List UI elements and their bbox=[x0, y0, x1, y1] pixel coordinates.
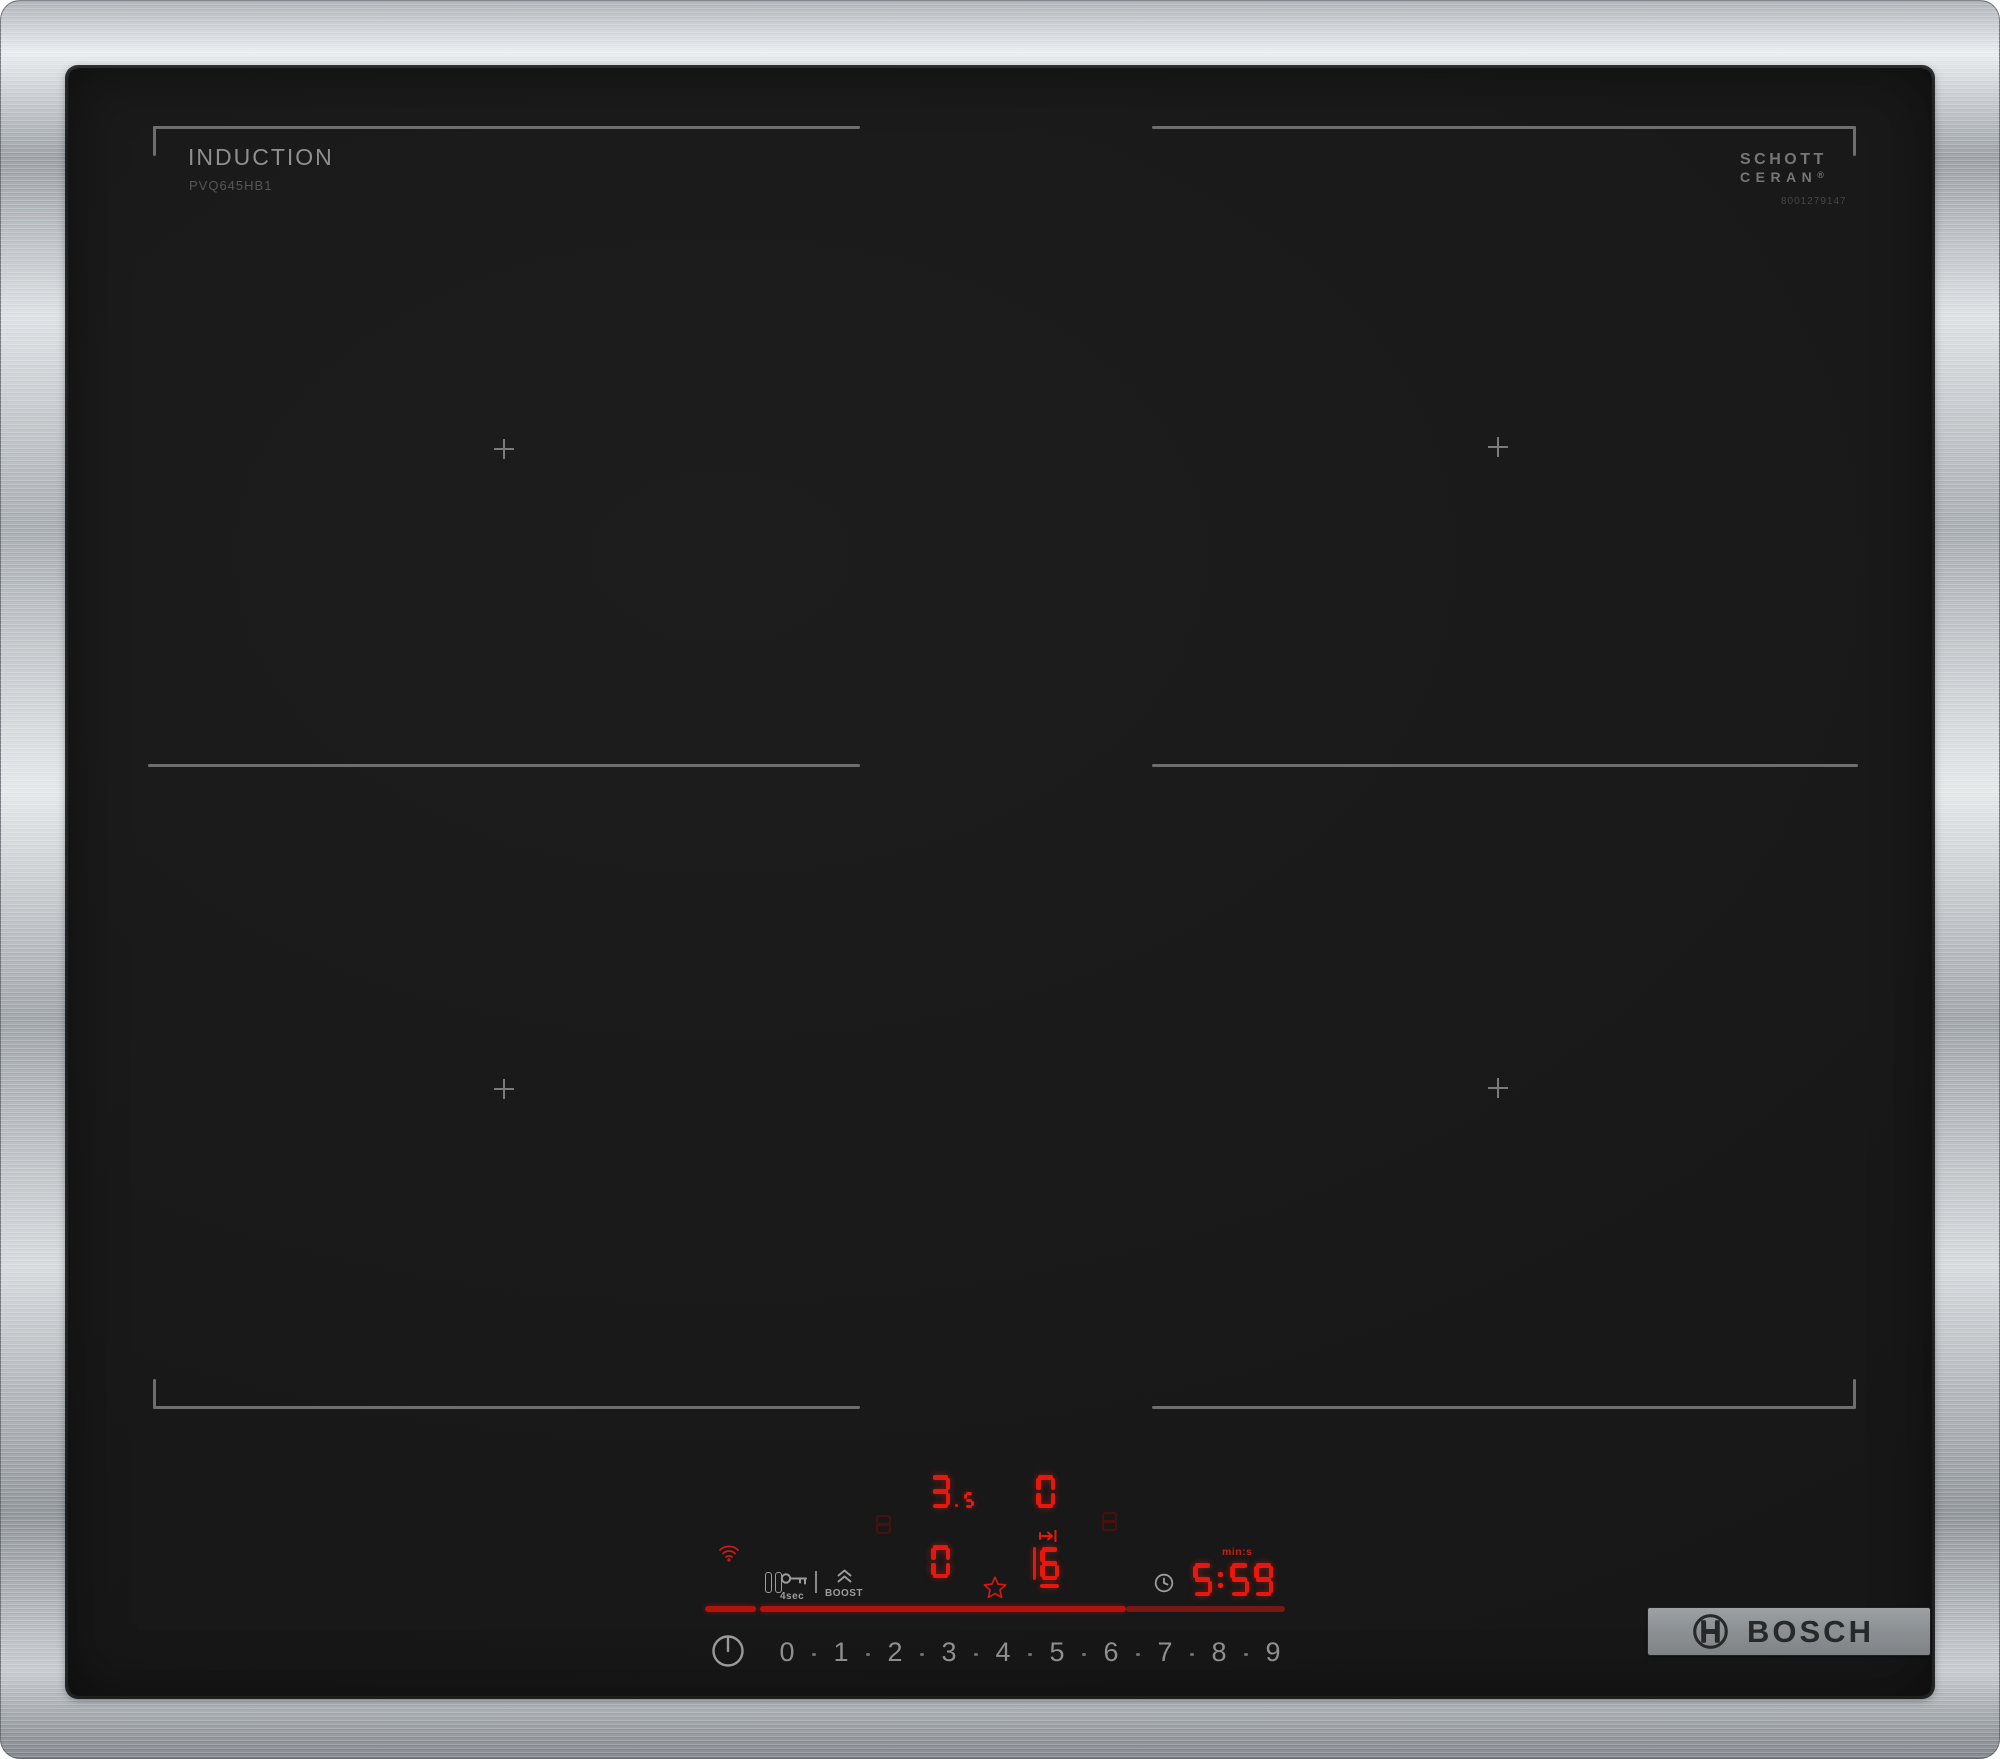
zone-corner-top-left bbox=[153, 126, 156, 156]
pause-icon bbox=[765, 1572, 772, 1593]
control-divider bbox=[815, 1571, 817, 1593]
power-level-6[interactable]: 6 bbox=[1096, 1637, 1126, 1668]
dot-separator bbox=[856, 1643, 880, 1661]
power-slider-active[interactable] bbox=[760, 1606, 1126, 1612]
induction-hob: INDUCTION PVQ645HB1 SCHOTT CERAN® 800127… bbox=[0, 0, 2000, 1759]
dot-separator bbox=[1180, 1643, 1204, 1661]
display-rear-left bbox=[931, 1474, 974, 1508]
boost-label: BOOST bbox=[824, 1588, 864, 1599]
favorite-button[interactable] bbox=[982, 1575, 1008, 1600]
power-button[interactable] bbox=[712, 1632, 744, 1669]
zone-line-middle-right bbox=[1152, 764, 1858, 767]
display-rear-right bbox=[1036, 1474, 1055, 1508]
zone-center-marker-front-left bbox=[494, 1079, 514, 1099]
inactive-display-right bbox=[1102, 1512, 1117, 1532]
zone-line-top-right bbox=[1152, 126, 1856, 129]
slider-segment-power[interactable] bbox=[705, 1606, 756, 1612]
timer-display bbox=[1193, 1562, 1274, 1596]
double-chevron-up-icon bbox=[837, 1569, 851, 1583]
inactive-display-left bbox=[876, 1515, 891, 1535]
zone-center-marker-front-right bbox=[1488, 1078, 1508, 1098]
dot-separator bbox=[1072, 1643, 1096, 1661]
power-level-0[interactable]: 0 bbox=[772, 1637, 802, 1668]
zone-line-top-left bbox=[153, 126, 860, 129]
display-front-left bbox=[931, 1544, 950, 1578]
power-level-2[interactable]: 2 bbox=[880, 1637, 910, 1668]
zone-corner-bottom-left bbox=[153, 1379, 156, 1409]
power-level-3[interactable]: 3 bbox=[934, 1637, 964, 1668]
power-level-9[interactable]: 9 bbox=[1258, 1637, 1288, 1668]
dot-separator bbox=[1018, 1643, 1042, 1661]
dot-separator bbox=[964, 1643, 988, 1661]
power-standby-icon bbox=[712, 1635, 744, 1667]
schott-ceran-logo: SCHOTT CERAN® bbox=[1740, 151, 1827, 185]
zone-corner-top-right bbox=[1853, 126, 1856, 156]
timer-unit-label: min:s bbox=[1222, 1546, 1253, 1558]
zone-center-marker-rear-right bbox=[1488, 437, 1508, 457]
power-level-8[interactable]: 8 bbox=[1204, 1637, 1234, 1668]
zone-corner-bottom-right bbox=[1853, 1379, 1856, 1409]
flex-indicator-underline bbox=[1040, 1584, 1059, 1588]
zone-line-bottom-right bbox=[1152, 1406, 1856, 1409]
ceran-text: CERAN® bbox=[1740, 169, 1824, 185]
dot-separator bbox=[1234, 1643, 1258, 1661]
schott-text: SCHOTT bbox=[1740, 151, 1827, 168]
zone-line-bottom-left bbox=[153, 1406, 860, 1409]
boost-button[interactable]: BOOST bbox=[824, 1569, 864, 1599]
model-number: PVQ645HB1 bbox=[189, 178, 273, 193]
display-front-right bbox=[1040, 1546, 1059, 1580]
bosch-anchor-icon bbox=[1693, 1614, 1728, 1649]
child-lock-button[interactable]: 4sec bbox=[780, 1571, 812, 1602]
wifi-icon bbox=[719, 1545, 739, 1562]
power-level-5[interactable]: 5 bbox=[1042, 1637, 1072, 1668]
power-level-4[interactable]: 4 bbox=[988, 1637, 1018, 1668]
ceramic-glass-surface: INDUCTION PVQ645HB1 SCHOTT CERAN® 800127… bbox=[68, 68, 1932, 1696]
zone-center-marker-rear-left bbox=[494, 439, 514, 459]
key-lock-icon bbox=[780, 1573, 807, 1585]
dot-separator bbox=[802, 1643, 826, 1661]
stainless-frame: INDUCTION PVQ645HB1 SCHOTT CERAN® 800127… bbox=[0, 0, 2000, 1759]
zone-line-middle-left bbox=[148, 764, 860, 767]
dot-separator bbox=[1126, 1643, 1150, 1661]
power-slider-inactive[interactable] bbox=[1126, 1606, 1285, 1612]
arrow-to-bar-icon bbox=[1039, 1530, 1057, 1542]
power-level-scale: 0 1 2 3 4 5 6 7 8 9 bbox=[772, 1635, 1288, 1669]
bosch-badge: BOSCH bbox=[1648, 1608, 1930, 1655]
clock-icon bbox=[1154, 1573, 1174, 1593]
power-level-1[interactable]: 1 bbox=[826, 1637, 856, 1668]
timer-button[interactable] bbox=[1154, 1573, 1174, 1593]
serial-number: 8001279147 bbox=[1781, 196, 1847, 207]
registered-mark: ® bbox=[1817, 170, 1824, 180]
flex-indicator-left-bar bbox=[1033, 1547, 1036, 1580]
bosch-logo-text: BOSCH bbox=[1747, 1613, 1874, 1649]
induction-label: INDUCTION bbox=[188, 144, 334, 170]
star-icon bbox=[983, 1576, 1007, 1599]
power-level-7[interactable]: 7 bbox=[1150, 1637, 1180, 1668]
dot-separator bbox=[910, 1643, 934, 1661]
lock-duration-label: 4sec bbox=[780, 1591, 805, 1602]
